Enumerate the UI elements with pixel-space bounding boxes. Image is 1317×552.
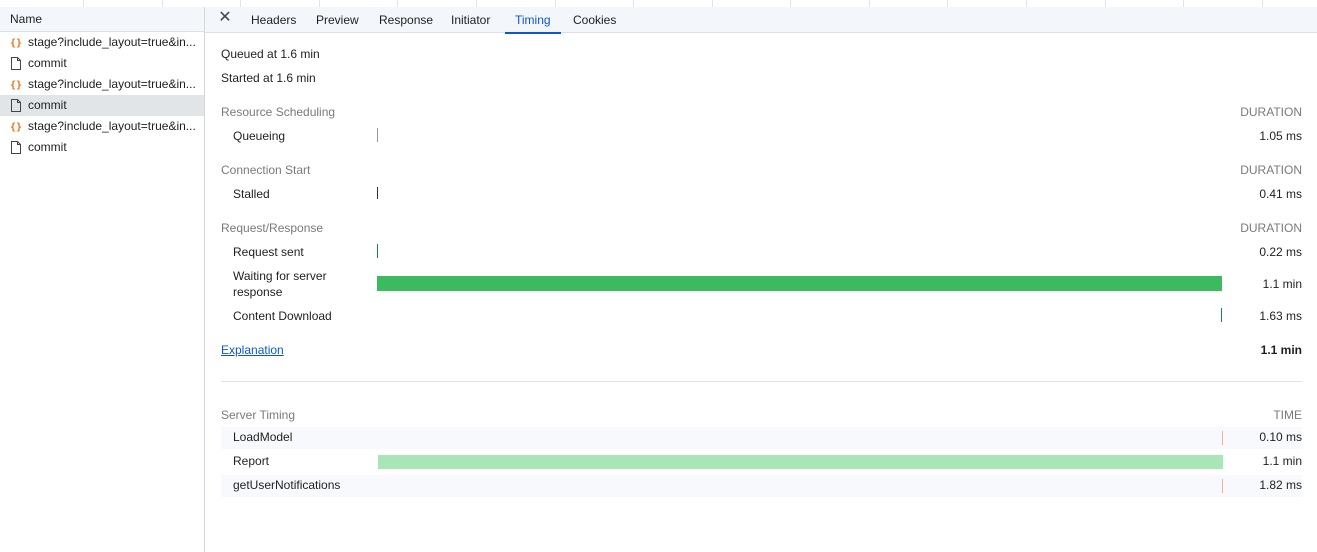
request-detail-panel: ✕ Headers Preview Response Initiator Tim…	[205, 7, 1317, 552]
request-row[interactable]: commit	[0, 137, 204, 158]
tab-headers[interactable]: Headers	[241, 7, 306, 33]
request-name: stage?include_layout=true&in...	[28, 119, 196, 133]
request-name: stage?include_layout=true&in...	[28, 77, 196, 91]
server-timing-row: Report 1.1 min	[221, 451, 1302, 473]
server-timing-row: getUserNotifications 1.82 ms	[221, 475, 1302, 497]
duration-header: DURATION	[1240, 163, 1302, 177]
section-request-response: Request/Response	[221, 221, 324, 235]
queueing-label: Queueing	[233, 129, 286, 143]
waterfall-strip	[0, 0, 1317, 7]
server-timing-label: getUserNotifications	[233, 478, 341, 492]
tab-cookies[interactable]: Cookies	[563, 7, 626, 33]
total-duration: 1.1 min	[1260, 343, 1302, 357]
request-name: commit	[28, 98, 67, 112]
content-download-value: 1.63 ms	[1259, 309, 1302, 323]
request-row[interactable]: {} stage?include_layout=true&in...	[0, 32, 204, 53]
waiting-value: 1.1 min	[1262, 277, 1302, 291]
svg-text:{}: {}	[10, 80, 22, 91]
duration-header: DURATION	[1240, 105, 1302, 119]
stalled-label: Stalled	[233, 187, 270, 201]
close-icon[interactable]: ✕	[217, 10, 233, 26]
tab-preview[interactable]: Preview	[306, 7, 369, 33]
server-timing-row: LoadModel 0.10 ms	[221, 427, 1302, 449]
request-list: Name {} stage?include_layout=true&in... …	[0, 7, 205, 552]
section-server-timing: Server Timing	[221, 408, 296, 422]
fetch-icon: {}	[10, 80, 22, 91]
explanation-link[interactable]: Explanation	[221, 343, 284, 357]
request-name: commit	[28, 140, 67, 154]
request-row-selected[interactable]: commit	[0, 95, 204, 116]
queueing-value: 1.05 ms	[1259, 129, 1302, 143]
started-at-text: Started at 1.6 min	[221, 71, 316, 85]
duration-header: DURATION	[1240, 221, 1302, 235]
name-column-header[interactable]: Name	[0, 7, 204, 32]
request-row[interactable]: {} stage?include_layout=true&in...	[0, 116, 204, 137]
request-row[interactable]: commit	[0, 53, 204, 74]
time-header: TIME	[1273, 408, 1302, 422]
report-bar	[378, 455, 1223, 469]
document-icon	[11, 141, 21, 154]
request-sent-bar	[377, 244, 378, 258]
server-timing-value: 1.1 min	[1262, 454, 1302, 468]
fetch-icon: {}	[10, 122, 22, 133]
fetch-icon: {}	[10, 38, 22, 49]
detail-tabbar: ✕ Headers Preview Response Initiator Tim…	[205, 7, 1317, 34]
queueing-bar	[377, 128, 378, 142]
loadmodel-bar	[1222, 431, 1223, 445]
server-timing-value: 1.82 ms	[1259, 478, 1302, 492]
svg-text:{}: {}	[10, 38, 22, 49]
divider	[221, 381, 1302, 382]
getusernotifications-bar	[1222, 479, 1223, 493]
tab-response[interactable]: Response	[369, 7, 443, 33]
stalled-bar	[377, 187, 378, 199]
request-row[interactable]: {} stage?include_layout=true&in...	[0, 74, 204, 95]
svg-text:{}: {}	[10, 122, 22, 133]
request-sent-value: 0.22 ms	[1259, 245, 1302, 259]
request-name: commit	[28, 56, 67, 70]
server-timing-label: Report	[233, 454, 270, 468]
waiting-bar	[377, 276, 1222, 291]
stalled-value: 0.41 ms	[1259, 187, 1302, 201]
server-timing-label: LoadModel	[233, 430, 293, 444]
server-timing-value: 0.10 ms	[1259, 430, 1302, 444]
document-icon	[11, 99, 21, 112]
waiting-label: Waiting for server response	[233, 269, 327, 299]
section-connection-start: Connection Start	[221, 163, 311, 177]
section-resource-scheduling: Resource Scheduling	[221, 105, 336, 119]
document-icon	[11, 57, 21, 70]
request-name: stage?include_layout=true&in...	[28, 35, 196, 49]
request-sent-label: Request sent	[233, 245, 304, 259]
tab-timing[interactable]: Timing	[505, 7, 561, 34]
queued-at-text: Queued at 1.6 min	[221, 47, 320, 61]
content-download-bar	[1221, 308, 1222, 322]
tab-initiator[interactable]: Initiator	[441, 7, 500, 33]
content-download-label: Content Download	[233, 309, 332, 323]
